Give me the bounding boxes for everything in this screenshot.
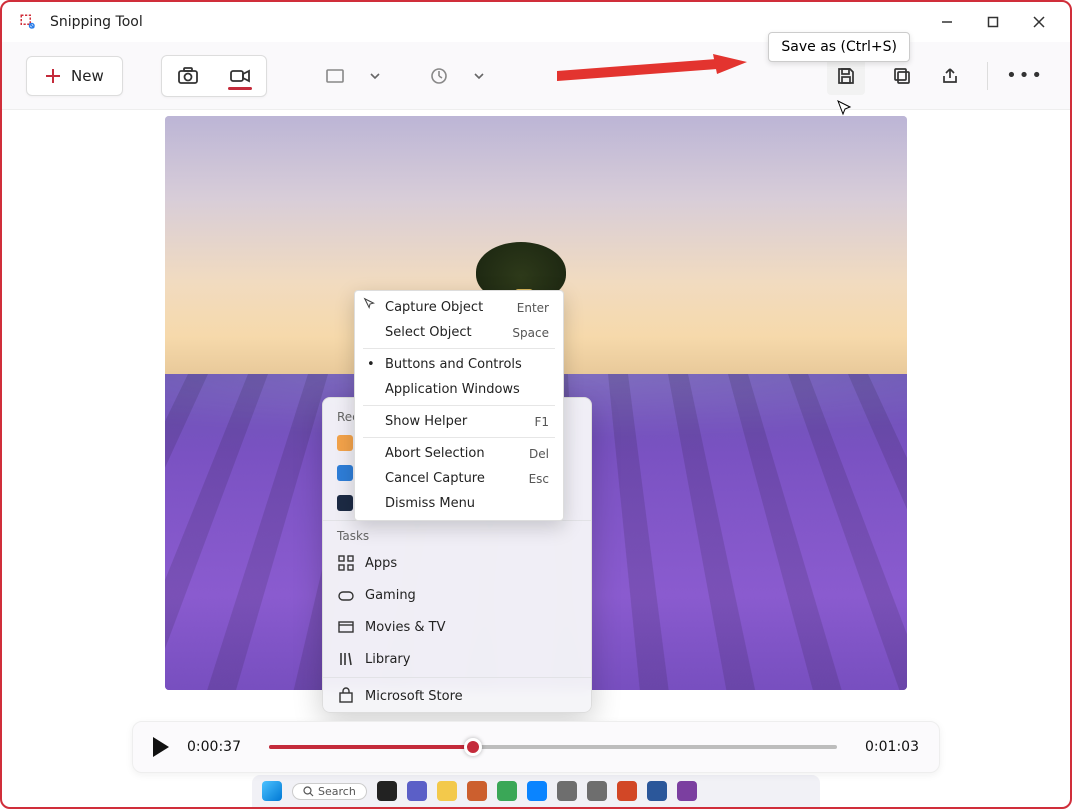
- ctx-cancel-capture[interactable]: Cancel CaptureEsc: [355, 466, 563, 491]
- start-button[interactable]: [262, 781, 282, 801]
- taskbar-app[interactable]: [497, 781, 517, 801]
- delay-dropdown[interactable]: [469, 56, 489, 96]
- jump-task-movies[interactable]: Movies & TV: [323, 611, 591, 643]
- photo-mode-button[interactable]: [162, 56, 214, 96]
- chevron-down-icon: [369, 70, 381, 82]
- ellipsis-icon: •••: [1006, 65, 1044, 86]
- taskbar-app[interactable]: [677, 781, 697, 801]
- copy-icon: [892, 66, 912, 86]
- snip-shape-dropdown[interactable]: [365, 56, 385, 96]
- ctx-show-helper[interactable]: Show HelperF1: [355, 409, 563, 434]
- store-icon: [337, 687, 355, 705]
- windows-taskbar: Search: [252, 775, 820, 807]
- rectangle-icon: [325, 66, 345, 86]
- chevron-down-icon: [473, 70, 485, 82]
- minimize-button[interactable]: [924, 6, 970, 38]
- taskbar-app[interactable]: [437, 781, 457, 801]
- ctx-select-object[interactable]: Select ObjectSpace: [355, 320, 563, 345]
- close-button[interactable]: [1016, 6, 1062, 38]
- play-button[interactable]: [153, 737, 169, 757]
- save-tooltip: Save as (Ctrl+S): [768, 32, 910, 62]
- more-button[interactable]: •••: [1014, 65, 1036, 87]
- app-icon: [18, 12, 38, 32]
- playback-bar: 0:00:37 0:01:03: [132, 721, 940, 773]
- ctx-buttons-controls[interactable]: Buttons and Controls: [355, 352, 563, 377]
- copy-button[interactable]: [891, 65, 913, 87]
- share-icon: [940, 66, 960, 86]
- capture-context-menu: Capture ObjectEnter Select ObjectSpace B…: [354, 290, 564, 521]
- taskbar-app[interactable]: [557, 781, 577, 801]
- video-icon: [229, 65, 251, 87]
- tooltip-text: Save as (Ctrl+S): [781, 39, 897, 55]
- new-button[interactable]: New: [26, 56, 123, 96]
- delay-button[interactable]: [419, 56, 459, 96]
- ctx-dismiss-menu[interactable]: Dismiss Menu: [355, 491, 563, 516]
- time-current: 0:00:37: [187, 739, 251, 755]
- movies-icon: [337, 618, 355, 636]
- gaming-icon: [337, 586, 355, 604]
- clock-icon: [429, 66, 449, 86]
- ctx-capture-object[interactable]: Capture ObjectEnter: [355, 295, 563, 320]
- taskbar-search[interactable]: Search: [292, 783, 367, 800]
- jump-task-library[interactable]: Library: [323, 643, 591, 675]
- jump-task-gaming[interactable]: Gaming: [323, 579, 591, 611]
- save-button[interactable]: [827, 57, 865, 95]
- camera-icon: [177, 65, 199, 87]
- apps-icon: [337, 554, 355, 572]
- ctx-abort-selection[interactable]: Abort SelectionDel: [355, 441, 563, 466]
- snip-shape-button[interactable]: [315, 56, 355, 96]
- jump-tasks-header: Tasks: [323, 523, 591, 547]
- app-title: Snipping Tool: [50, 14, 143, 30]
- jump-task-apps[interactable]: Apps: [323, 547, 591, 579]
- ctx-application-windows[interactable]: Application Windows: [355, 377, 563, 402]
- time-total: 0:01:03: [855, 739, 919, 755]
- taskbar-app[interactable]: [377, 781, 397, 801]
- share-button[interactable]: [939, 65, 961, 87]
- toolbar-divider: [987, 62, 988, 90]
- maximize-button[interactable]: [970, 6, 1016, 38]
- save-icon: [836, 66, 856, 86]
- taskbar-app[interactable]: [617, 781, 637, 801]
- taskbar-app[interactable]: [587, 781, 607, 801]
- new-label: New: [71, 67, 104, 85]
- search-icon: [303, 786, 314, 797]
- jump-task-store[interactable]: Microsoft Store: [323, 680, 591, 712]
- taskbar-app[interactable]: [467, 781, 487, 801]
- taskbar-app[interactable]: [407, 781, 427, 801]
- taskbar-app[interactable]: [647, 781, 667, 801]
- seek-progress: [269, 745, 473, 749]
- taskbar-app[interactable]: [527, 781, 547, 801]
- seek-knob[interactable]: [464, 738, 482, 756]
- mode-toggle: [161, 55, 267, 97]
- seek-track[interactable]: [269, 745, 837, 749]
- plus-icon: [45, 68, 61, 84]
- library-icon: [337, 650, 355, 668]
- video-mode-button[interactable]: [214, 56, 266, 96]
